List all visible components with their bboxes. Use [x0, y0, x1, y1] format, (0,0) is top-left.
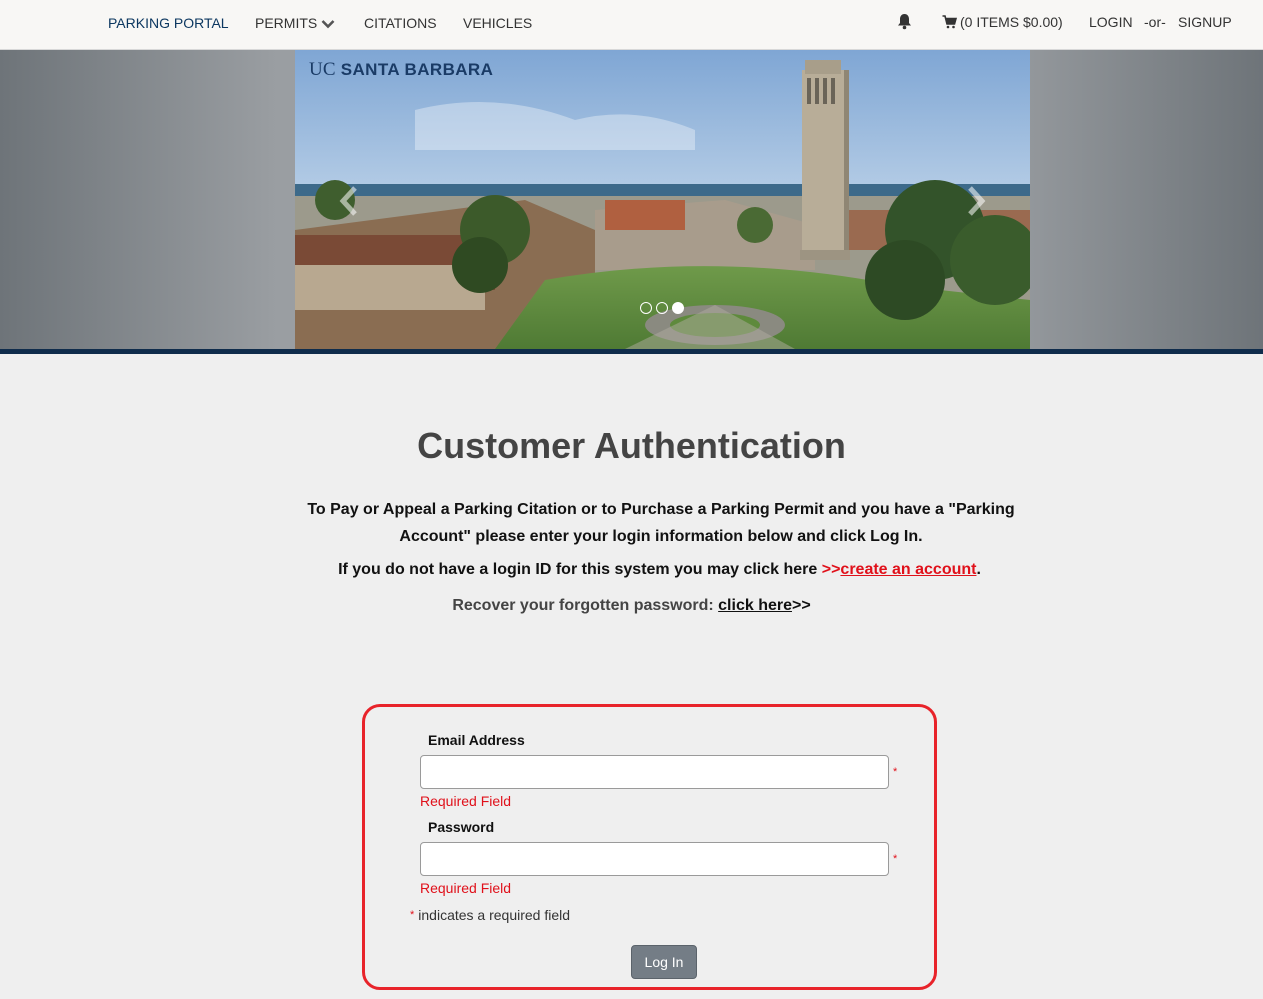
carousel-next-icon[interactable] [964, 185, 988, 217]
nav-signup[interactable]: SIGNUP [1178, 14, 1232, 30]
carousel-dot-1[interactable] [640, 302, 652, 314]
nav-login[interactable]: LOGIN [1089, 14, 1133, 30]
recover-prefix: Recover your forgotten password: [452, 597, 719, 614]
campus-photo: UC SANTA BARBARA [295, 50, 1030, 349]
password-required-message: Required Field [420, 880, 512, 896]
password-required-star: * [893, 853, 898, 865]
required-note-text: indicates a required field [418, 907, 571, 923]
carousel-indicators [640, 302, 684, 314]
intro-text: To Pay or Appeal a Parking Citation or t… [307, 501, 1015, 545]
nav-or-separator: -or- [1144, 14, 1166, 30]
bell-icon[interactable] [897, 13, 912, 35]
cart-button[interactable]: (0 ITEMS $0.00) [942, 14, 1063, 32]
chevron-down-icon [321, 16, 335, 32]
cart-icon [942, 15, 958, 32]
hero-divider [0, 349, 1263, 354]
email-required-message: Required Field [420, 793, 512, 809]
password-field[interactable] [420, 842, 889, 876]
hero-banner: UC SANTA BARBARA [0, 50, 1263, 349]
nav-permits-label: PERMITS [255, 15, 318, 31]
nav-citations[interactable]: CITATIONS [364, 15, 437, 31]
nav-parking-portal[interactable]: PARKING PORTAL [108, 15, 229, 31]
logo-name: SANTA BARBARA [340, 60, 494, 79]
carousel-dot-3[interactable] [672, 302, 684, 314]
recover-password-line: Recover your forgotten password: click h… [0, 597, 1263, 615]
logo-prefix: UC [309, 59, 336, 80]
recover-suffix: >> [791, 597, 811, 614]
email-field[interactable] [420, 755, 889, 789]
create-account-line: If you do not have a login ID for this s… [0, 561, 1263, 579]
email-label: Email Address [428, 732, 525, 748]
required-note-star: * [410, 909, 415, 921]
cart-summary: (0 ITEMS $0.00) [960, 14, 1063, 30]
create-account-arrows: >> [821, 561, 841, 578]
ucsb-logo: UC SANTA BARBARA [309, 59, 493, 81]
create-account-prefix: If you do not have a login ID for this s… [338, 561, 822, 578]
create-account-suffix: . [976, 561, 981, 578]
recover-password-link[interactable]: click here [718, 597, 792, 614]
email-required-star: * [893, 766, 898, 778]
login-form: Email Address * Required Field Password … [362, 704, 937, 990]
create-account-link[interactable]: >>create an account [822, 561, 977, 578]
top-nav: PARKING PORTAL PERMITS CITATIONS VEHICLE… [0, 0, 1263, 50]
create-account-link-text: create an account [840, 561, 977, 578]
nav-permits[interactable]: PERMITS [255, 15, 335, 32]
carousel-dot-2[interactable] [656, 302, 668, 314]
required-note: * indicates a required field [410, 907, 570, 923]
password-label: Password [428, 819, 495, 835]
carousel-prev-icon[interactable] [337, 185, 361, 217]
nav-vehicles[interactable]: VEHICLES [463, 15, 532, 31]
page-title: Customer Authentication [417, 425, 846, 466]
login-button[interactable]: Log In [631, 945, 697, 979]
